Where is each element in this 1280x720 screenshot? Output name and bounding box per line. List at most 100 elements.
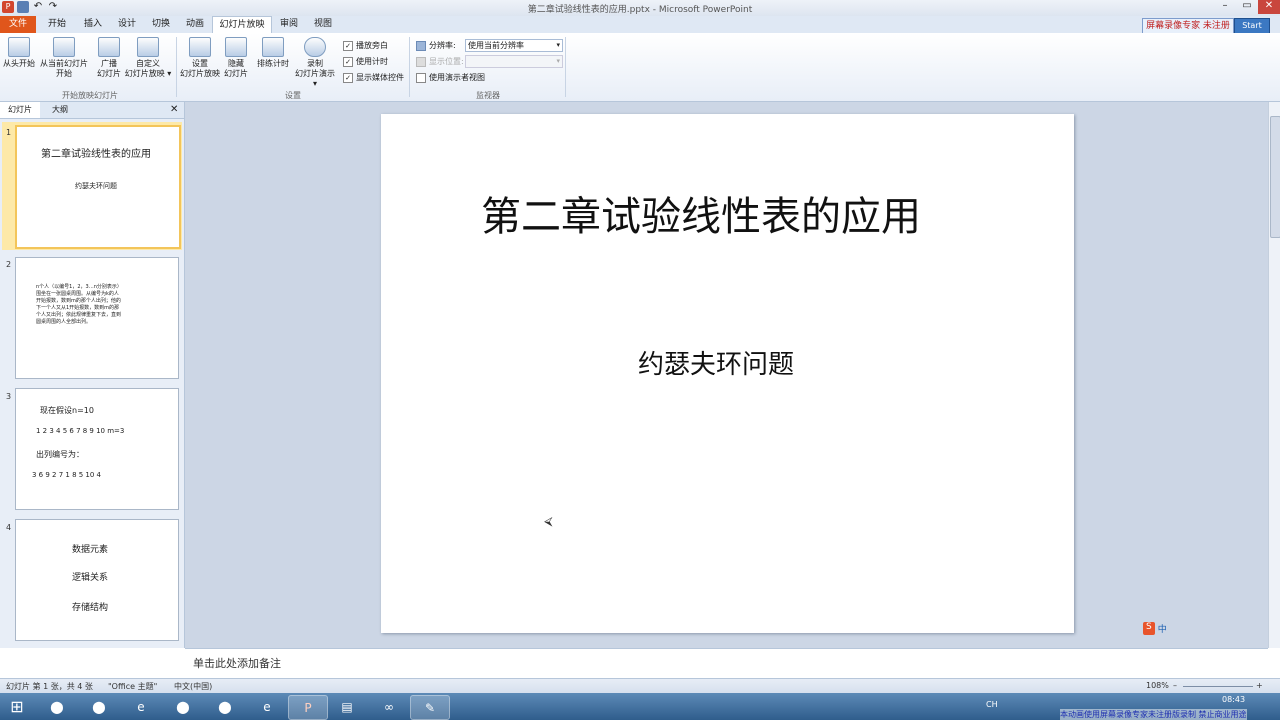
checkbox-label: 使用计时 [356, 57, 388, 66]
button-label: 从头开始 [3, 59, 35, 68]
show-media-controls-checkbox[interactable]: ✓ 显示媒体控件 [343, 72, 404, 83]
checkbox-label: 播放旁白 [356, 41, 388, 50]
tab-file[interactable]: 文件 [0, 16, 36, 33]
group-separator [565, 37, 566, 97]
taskbar-app-4[interactable]: ⬤ [164, 695, 202, 718]
button-label: 幻灯片 [97, 69, 121, 78]
resolution-label: 分辨率: [416, 40, 456, 51]
start-button[interactable]: ⊞ [2, 695, 32, 718]
slide-subtitle[interactable]: 约瑟夫环问题 [381, 344, 1051, 381]
rehearse-timings-button[interactable]: 排练计时 [254, 37, 292, 69]
minimize-button[interactable]: – [1214, 0, 1236, 14]
tab-slideshow[interactable]: 幻灯片放映 [212, 16, 272, 34]
scroll-thumb[interactable] [1270, 116, 1280, 238]
pane-close-icon[interactable]: ✕ [170, 104, 178, 115]
ribbon-tabs: 文件 开始 插入 设计 切换 动画 幻灯片放映 审阅 视图 屏幕录像专家 未注册… [0, 16, 1280, 34]
taskbar-app-3[interactable]: e [122, 695, 160, 718]
slide-thumbnail-4[interactable]: 数据元素 逻辑关系 存储结构 [15, 519, 179, 641]
slide-title[interactable]: 第二章试验线性表的应用 [381, 184, 1021, 242]
taskbar-app-8[interactable]: ▤ [328, 695, 366, 718]
slide-thumbnail-2[interactable]: n个人（以编号1，2，3…n分别表示） 围坐在一张圆桌周围。从编号为k的人 开始… [15, 257, 179, 379]
language-status[interactable]: 中文(中国) [174, 681, 212, 692]
custom-slideshow-button[interactable]: 自定义 幻灯片放映 ▾ [124, 37, 172, 79]
chevron-down-icon: ▾ [556, 57, 560, 65]
record-slideshow-button[interactable]: 录制 幻灯片演示 ▾ [292, 37, 338, 89]
zoom-in-button[interactable]: + [1256, 681, 1263, 690]
show-on-text: 显示位置: [429, 57, 464, 66]
slide-thumbnail-1[interactable]: 第二章试验线性表的应用 约瑟夫环问题 [15, 125, 181, 249]
input-language[interactable]: CH [986, 700, 998, 709]
custom-slideshow-icon [137, 37, 159, 57]
tab-transitions[interactable]: 切换 [144, 16, 178, 33]
zoom-out-button[interactable]: – [1173, 681, 1177, 690]
tab-design[interactable]: 设计 [110, 16, 144, 33]
slide-number: 1 [6, 128, 12, 137]
thumb-subtitle: 约瑟夫环问题 [75, 182, 117, 190]
button-label: 排练计时 [257, 59, 289, 68]
taskbar-app-9[interactable]: ∞ [370, 695, 408, 718]
taskbar-powerpoint[interactable]: P [288, 695, 328, 720]
button-label: 幻灯片 [224, 69, 248, 78]
title-bar: P ↶ ↷ 第二章试验线性表的应用.pptx - Microsoft Power… [0, 0, 1280, 16]
clock[interactable]: 08:43 [1222, 695, 1245, 704]
thumb-line: 3 6 9 2 7 1 8 5 10 4 [32, 471, 102, 479]
thumb-line: 存储结构 [72, 603, 109, 613]
from-current-slide-button[interactable]: 从当前幻灯片 开始 [38, 37, 90, 79]
slide-editor-area: 第二章试验线性表的应用 约瑟夫环问题 ⮘ S 中 [185, 102, 1268, 648]
slide-thumbnail-3[interactable]: 现在假设n=10 1 2 3 4 5 6 7 8 9 10 m=3 出列编号为：… [15, 388, 179, 510]
zoom-level[interactable]: 108% [1146, 681, 1169, 690]
recorder-start-button[interactable]: Start [1234, 18, 1270, 34]
button-label: 幻灯片演示 ▾ [295, 69, 335, 88]
presenter-view-checkbox[interactable]: 使用演示者视图 [416, 72, 485, 83]
tab-animations[interactable]: 动画 [178, 16, 212, 33]
thumb-line: 开始报数，数到m的那个人出列；他的 [36, 298, 121, 304]
tab-home[interactable]: 开始 [40, 16, 74, 33]
vertical-scrollbar[interactable] [1268, 102, 1280, 648]
monitor-icon [416, 40, 426, 51]
use-timings-checkbox[interactable]: ✓ 使用计时 [343, 56, 388, 67]
checkmark-icon: ✓ [343, 72, 353, 83]
thumb-title: 第二章试验线性表的应用 [41, 149, 151, 160]
from-beginning-button[interactable]: 从头开始 [2, 37, 36, 69]
tab-slides[interactable]: 幻灯片 [0, 102, 40, 118]
show-on-label: 显示位置: [416, 56, 464, 67]
close-button[interactable]: ✕ [1258, 0, 1280, 14]
show-on-dropdown[interactable]: ▾ [465, 55, 563, 68]
notes-pane[interactable]: 单击此处添加备注 [185, 648, 1268, 679]
ime-mode-indicator[interactable]: 中 [1158, 622, 1167, 635]
pane-tabs: 幻灯片 大纲 ✕ [0, 102, 184, 119]
button-label: 广播 [101, 59, 117, 68]
ime-toolbar[interactable]: S 中 [1143, 622, 1167, 635]
sogou-ime-icon[interactable]: S [1143, 622, 1155, 635]
setup-slideshow-button[interactable]: 设置 幻灯片放映 [180, 37, 220, 79]
current-slide[interactable]: 第二章试验线性表的应用 约瑟夫环问题 ⮘ [381, 114, 1074, 633]
thumb-line: 个人又出列；依此规律重复下去，直到 [36, 312, 122, 318]
zoom-slider[interactable] [1183, 686, 1253, 687]
slides-pane: 幻灯片 大纲 ✕ 1 第二章试验线性表的应用 约瑟夫环问题 2 n个人（以编号1… [0, 102, 185, 648]
taskbar-app-5[interactable]: ⬤ [206, 695, 244, 718]
rehearse-icon [262, 37, 284, 57]
taskbar-app-2[interactable]: ⬤ [80, 695, 118, 718]
taskbar-recorder[interactable]: ✎ [410, 695, 450, 720]
broadcast-slideshow-button[interactable]: 广播 幻灯片 [94, 37, 124, 79]
play-narrations-checkbox[interactable]: ✓ 播放旁白 [343, 40, 388, 51]
taskbar-app-1[interactable]: ⬤ [38, 695, 76, 718]
group-separator [176, 37, 177, 97]
tab-review[interactable]: 审阅 [272, 16, 306, 33]
recorder-brand-badge: 屏幕录像专家 未注册 [1142, 18, 1234, 34]
thumb-line: 逻辑关系 [72, 573, 109, 583]
resolution-dropdown[interactable]: 使用当前分辨率 ▾ [465, 39, 563, 52]
taskbar-app-6[interactable]: e [248, 695, 286, 718]
maximize-button[interactable]: ▭ [1236, 0, 1258, 14]
tab-outline[interactable]: 大纲 [40, 102, 80, 118]
chevron-down-icon: ▾ [556, 41, 560, 49]
slide-number: 3 [6, 392, 12, 401]
tab-insert[interactable]: 插入 [76, 16, 110, 33]
notes-placeholder[interactable]: 单击此处添加备注 [193, 655, 281, 671]
ribbon-panel: 从头开始 从当前幻灯片 开始 广播 幻灯片 自定义 幻灯片放映 ▾ 开始放映幻灯… [0, 33, 1280, 102]
resolution-value: 使用当前分辨率 [468, 41, 524, 50]
hide-slide-button[interactable]: 隐藏 幻灯片 [222, 37, 250, 79]
tab-view[interactable]: 视图 [306, 16, 340, 33]
window-title: 第二章试验线性表的应用.pptx - Microsoft PowerPoint [527, 5, 753, 15]
button-label: 开始 [56, 69, 72, 78]
